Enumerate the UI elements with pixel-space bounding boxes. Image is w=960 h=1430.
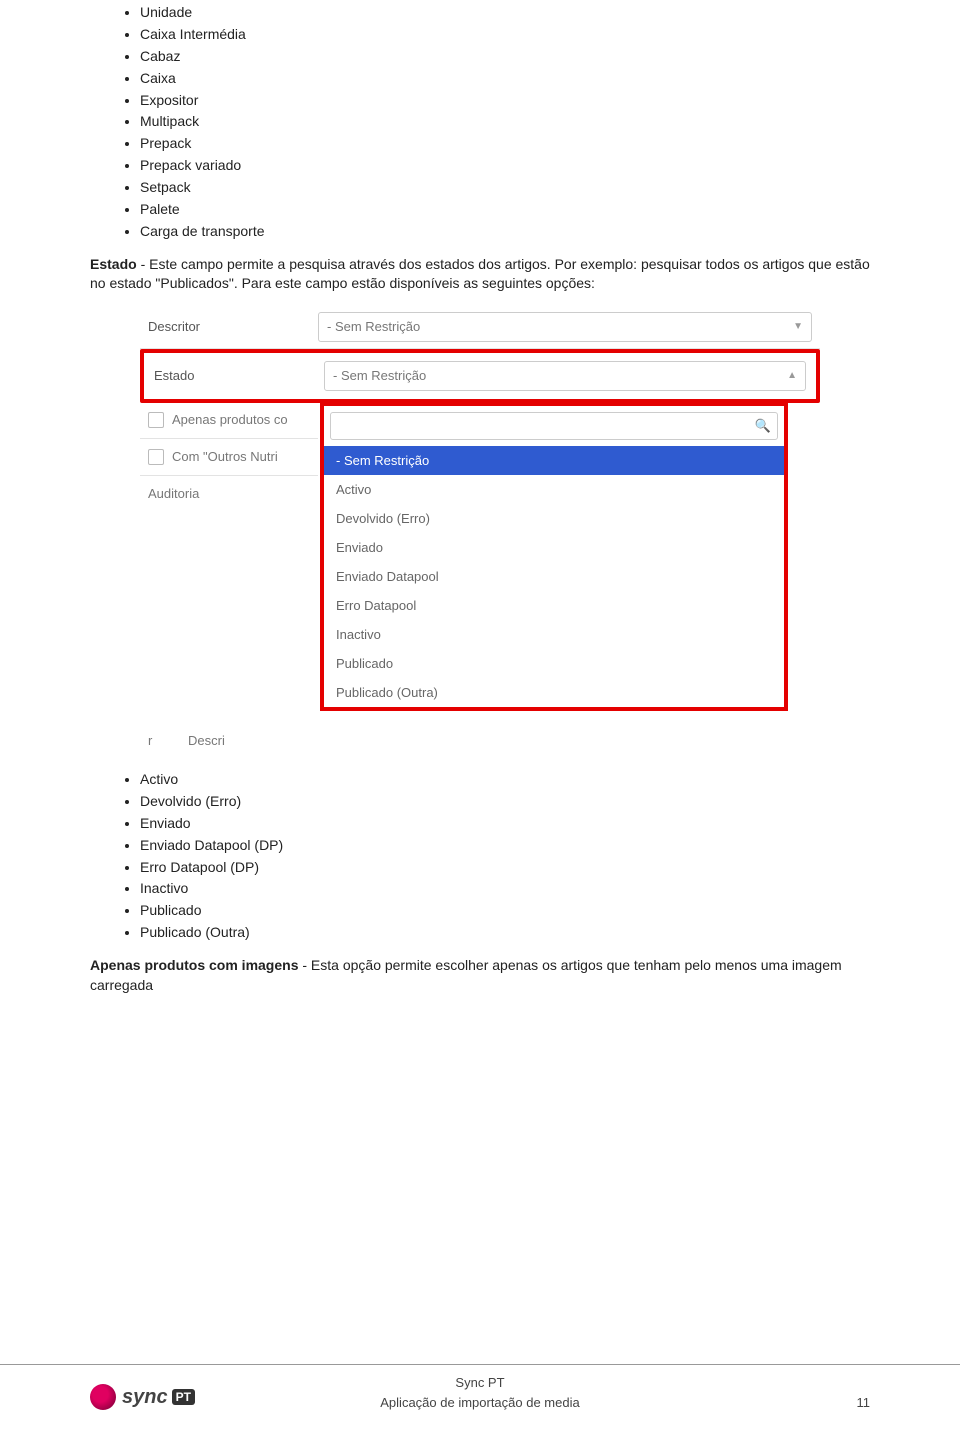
footer-line2: Aplicação de importação de media bbox=[380, 1393, 579, 1413]
dropdown-option[interactable]: Erro Datapool bbox=[324, 591, 784, 620]
logo-swirl-icon bbox=[90, 1384, 116, 1410]
field-name-estado: Estado bbox=[90, 256, 137, 272]
list-item: Prepack bbox=[140, 134, 870, 153]
dropdown-option[interactable]: Activo bbox=[324, 475, 784, 504]
dropdown-option[interactable]: Devolvido (Erro) bbox=[324, 504, 784, 533]
list-item: Expositor bbox=[140, 91, 870, 110]
list-item: Prepack variado bbox=[140, 156, 870, 175]
list-item: Unidade bbox=[140, 3, 870, 22]
list-item: Cabaz bbox=[140, 47, 870, 66]
highlight-estado-row: Estado - Sem Restrição ▲ bbox=[140, 349, 820, 403]
list-item: Publicado (Outra) bbox=[140, 923, 870, 942]
page-number: 11 bbox=[857, 1395, 871, 1410]
page-footer: sync PT Sync PT Aplicação de importação … bbox=[0, 1364, 960, 1412]
list-item: Devolvido (Erro) bbox=[140, 792, 870, 811]
form-row-descritor: Descritor - Sem Restrição ▼ bbox=[140, 306, 820, 349]
select-descritor-value: - Sem Restrição bbox=[327, 319, 420, 334]
screenshot-estado-dropdown: Descritor - Sem Restrição ▼ Estado - Sem… bbox=[90, 306, 870, 756]
list-niveis-hierarquia: Unidade Caixa Intermédia Cabaz Caixa Exposit… bbox=[120, 3, 870, 241]
paragraph-estado: Estado - Este campo permite a pesquisa a… bbox=[90, 255, 870, 294]
logo-syncpt: sync PT bbox=[90, 1384, 195, 1410]
list-item: Activo bbox=[140, 770, 870, 789]
list-item: Caixa bbox=[140, 69, 870, 88]
checkbox-icon bbox=[148, 449, 164, 465]
list-item: Inactivo bbox=[140, 879, 870, 898]
caret-up-icon: ▲ bbox=[787, 370, 797, 381]
select-estado[interactable]: - Sem Restrição ▲ bbox=[324, 361, 806, 391]
checkbox-icon bbox=[148, 412, 164, 428]
caret-down-icon: ▼ bbox=[793, 321, 803, 332]
bottom-right-text: Descri bbox=[188, 733, 225, 748]
dropdown-option[interactable]: Enviado Datapool bbox=[324, 562, 784, 591]
label-estado: Estado bbox=[154, 368, 324, 383]
bottom-row-truncated: r Descri bbox=[140, 719, 820, 756]
paragraph-estado-rest: - Este campo permite a pesquisa através … bbox=[90, 256, 870, 292]
logo-text: sync bbox=[122, 1386, 168, 1409]
field-name-imagens: Apenas produtos com imagens bbox=[90, 957, 298, 973]
search-icon: 🔍 bbox=[755, 418, 771, 434]
dropdown-panel-estado: 🔍 - Sem RestriçãoActivoDevolvido (Erro)E… bbox=[320, 402, 788, 711]
logo-badge: PT bbox=[172, 1389, 195, 1405]
checkbox-row-produtos[interactable]: Apenas produtos co bbox=[140, 402, 318, 439]
dropdown-option[interactable]: Publicado (Outra) bbox=[324, 678, 784, 707]
list-item: Enviado Datapool (DP) bbox=[140, 836, 870, 855]
dropdown-option[interactable]: Publicado bbox=[324, 649, 784, 678]
list-item: Carga de transporte bbox=[140, 222, 870, 241]
label-descritor: Descritor bbox=[148, 319, 318, 334]
bottom-left-text: r bbox=[148, 733, 188, 748]
checkbox-label-nutri: Com "Outros Nutri bbox=[172, 449, 278, 464]
list-item: Palete bbox=[140, 200, 870, 219]
paragraph-imagens: Apenas produtos com imagens - Esta opção… bbox=[90, 956, 870, 995]
checkbox-row-nutri[interactable]: Com "Outros Nutri bbox=[140, 439, 318, 476]
dropdown-option[interactable]: Enviado bbox=[324, 533, 784, 562]
checkbox-label-produtos: Apenas produtos co bbox=[172, 412, 288, 427]
dropdown-search-input[interactable]: 🔍 bbox=[330, 412, 778, 440]
list-item: Setpack bbox=[140, 178, 870, 197]
list-item: Multipack bbox=[140, 112, 870, 131]
list-item: Publicado bbox=[140, 901, 870, 920]
list-item: Caixa Intermédia bbox=[140, 25, 870, 44]
list-estado-values: Activo Devolvido (Erro) Enviado Enviado Dat… bbox=[120, 770, 870, 942]
label-auditoria: Auditoria bbox=[148, 486, 199, 501]
footer-line1: Sync PT bbox=[380, 1373, 579, 1393]
row-auditoria: Auditoria bbox=[140, 476, 318, 511]
dropdown-option[interactable]: - Sem Restrição bbox=[324, 446, 784, 475]
select-estado-value: - Sem Restrição bbox=[333, 368, 426, 383]
dropdown-option[interactable]: Inactivo bbox=[324, 620, 784, 649]
list-item: Erro Datapool (DP) bbox=[140, 858, 870, 877]
select-descritor[interactable]: - Sem Restrição ▼ bbox=[318, 312, 812, 342]
list-item: Enviado bbox=[140, 814, 870, 833]
